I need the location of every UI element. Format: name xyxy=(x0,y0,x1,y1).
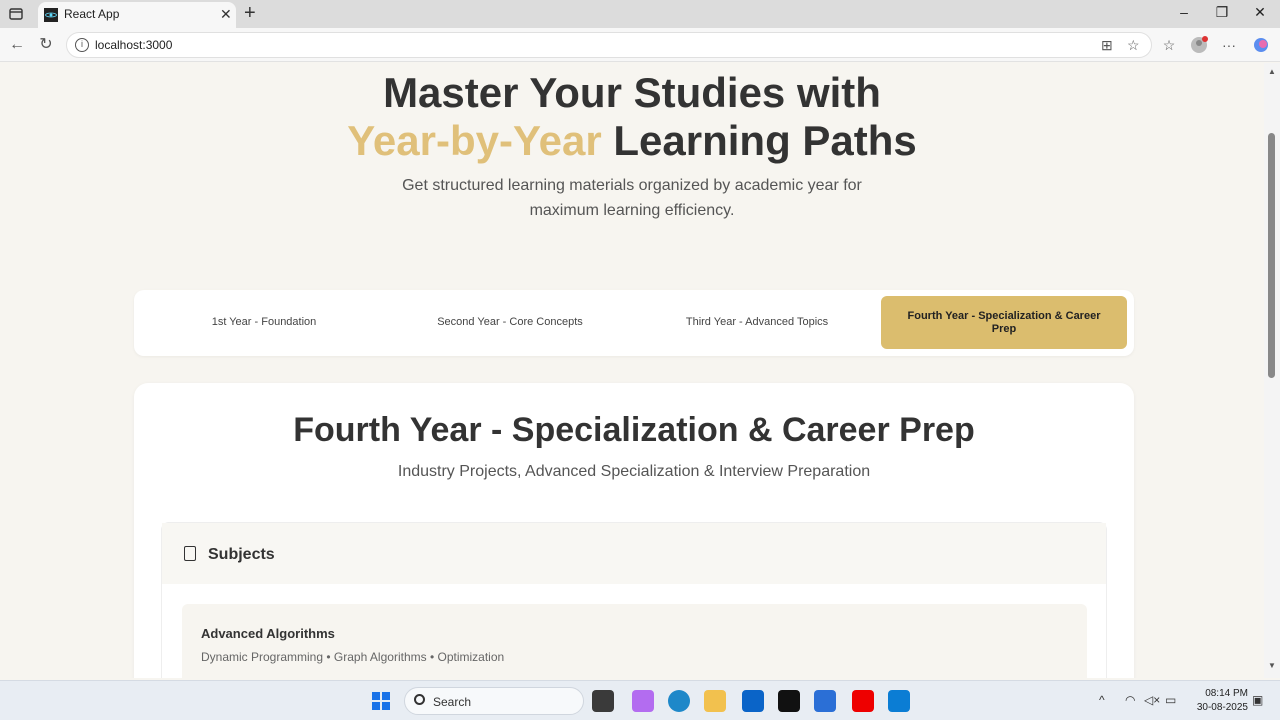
search-icon xyxy=(414,694,425,705)
hero-subtitle: Get structured learning materials organi… xyxy=(402,177,862,219)
info-icon[interactable]: i xyxy=(75,38,89,52)
copilot-icon[interactable] xyxy=(1252,36,1270,54)
minimize-icon[interactable]: – xyxy=(1174,4,1194,20)
clock-date: 30-08-2025 xyxy=(1196,702,1248,713)
subject-name: Advanced Algorithms xyxy=(201,626,335,641)
vscode-icon[interactable] xyxy=(888,690,910,712)
subjects-heading: Subjects xyxy=(208,546,275,563)
tab-actions-icon[interactable] xyxy=(8,6,24,22)
battery-icon[interactable]: ▭ xyxy=(1165,693,1176,707)
year-subtitle: Industry Projects, Advanced Specializati… xyxy=(397,463,871,480)
favorite-star-icon[interactable]: ☆ xyxy=(1127,37,1140,54)
hero-title-accent: Year-by-Year xyxy=(347,117,602,164)
page-scrollbar[interactable]: ▲ ▼ xyxy=(1264,63,1280,678)
scroll-up-arrow-icon[interactable]: ▲ xyxy=(1268,67,1276,76)
scroll-thumb[interactable] xyxy=(1268,133,1275,378)
refresh-icon[interactable]: ↻ xyxy=(37,36,55,54)
hero-title-line2: Year-by-Year Learning Paths xyxy=(0,117,1264,165)
browser-tab[interactable]: React App ✕ xyxy=(38,2,236,28)
profile-avatar-icon[interactable] xyxy=(1190,36,1208,54)
react-logo-icon xyxy=(44,8,58,22)
subject-topics: Dynamic Programming • Graph Algorithms •… xyxy=(201,650,505,664)
subject-item[interactable]: Advanced Algorithms Dynamic Programming … xyxy=(182,604,1087,678)
clock-time: 08:14 PM xyxy=(1205,688,1248,699)
year-details-card: Fourth Year - Specialization & Career Pr… xyxy=(134,383,1134,678)
taskbar-search-label: Search xyxy=(433,695,472,709)
tray-chevron-icon[interactable]: ^ xyxy=(1099,693,1105,707)
youtube-icon[interactable] xyxy=(852,690,874,712)
more-options-icon[interactable]: ··· xyxy=(1220,36,1238,54)
hero-title: Master Your Studies with Year-by-Year Le… xyxy=(0,69,1264,165)
outlook-icon[interactable] xyxy=(742,690,764,712)
tab-title: React App xyxy=(64,7,120,21)
browser-tab-bar: React App ✕ + – ❐ ✕ xyxy=(0,0,1280,28)
task-view-icon[interactable] xyxy=(592,690,614,712)
year-title: Fourth Year - Specialization & Career Pr… xyxy=(293,411,975,449)
windows-start-icon[interactable] xyxy=(372,692,390,710)
new-tab-icon[interactable]: + xyxy=(244,2,256,25)
edge-browser-icon[interactable] xyxy=(668,690,690,712)
url-text: localhost:3000 xyxy=(95,38,173,52)
scroll-down-arrow-icon[interactable]: ▼ xyxy=(1268,661,1276,670)
tab-fourth-year[interactable]: Fourth Year - Specialization & Career Pr… xyxy=(881,296,1127,349)
close-tab-icon[interactable]: ✕ xyxy=(220,6,232,23)
close-window-icon[interactable]: ✕ xyxy=(1250,4,1270,21)
store-icon[interactable] xyxy=(814,690,836,712)
hero-title-rest: Learning Paths xyxy=(601,117,917,164)
tab-third-year[interactable]: Third Year - Advanced Topics xyxy=(634,296,880,349)
book-icon xyxy=(184,546,196,561)
notification-icon[interactable]: ▣ xyxy=(1252,693,1263,707)
address-bar-row: ← ↻ i localhost:3000 ⊞ ☆ xyxy=(0,28,1280,62)
windows-taskbar: Search ^ ◠ ◁× ▭ 08:14 PM 30-08-2025 ▣ xyxy=(0,680,1280,720)
tab-second-year[interactable]: Second Year - Core Concepts xyxy=(387,296,633,349)
subjects-section: Subjects Advanced Algorithms Dynamic Pro… xyxy=(161,522,1107,678)
taskbar-search[interactable]: Search xyxy=(404,687,584,715)
back-icon[interactable]: ← xyxy=(8,36,26,54)
app-install-icon[interactable]: ⊞ xyxy=(1101,37,1113,54)
restore-icon[interactable]: ❐ xyxy=(1212,4,1232,21)
address-input[interactable]: i localhost:3000 ⊞ ☆ xyxy=(66,32,1152,58)
copilot-app-icon[interactable] xyxy=(632,690,654,712)
wifi-icon[interactable]: ◠ xyxy=(1125,693,1135,707)
system-clock[interactable]: 08:14 PM 30-08-2025 xyxy=(1186,687,1248,715)
year-tabs: 1st Year - Foundation Second Year - Core… xyxy=(134,290,1134,356)
file-explorer-icon[interactable] xyxy=(704,690,726,712)
subjects-header[interactable]: Subjects xyxy=(162,523,1106,584)
volume-muted-icon[interactable]: ◁× xyxy=(1144,693,1160,707)
hero-title-line1: Master Your Studies with xyxy=(383,69,881,116)
subjects-list: Advanced Algorithms Dynamic Programming … xyxy=(162,584,1106,678)
favorites-icon[interactable]: ☆ xyxy=(1160,36,1178,54)
page-content: Master Your Studies with Year-by-Year Le… xyxy=(0,63,1264,678)
tab-first-year[interactable]: 1st Year - Foundation xyxy=(141,296,387,349)
netflix-icon[interactable] xyxy=(778,690,800,712)
